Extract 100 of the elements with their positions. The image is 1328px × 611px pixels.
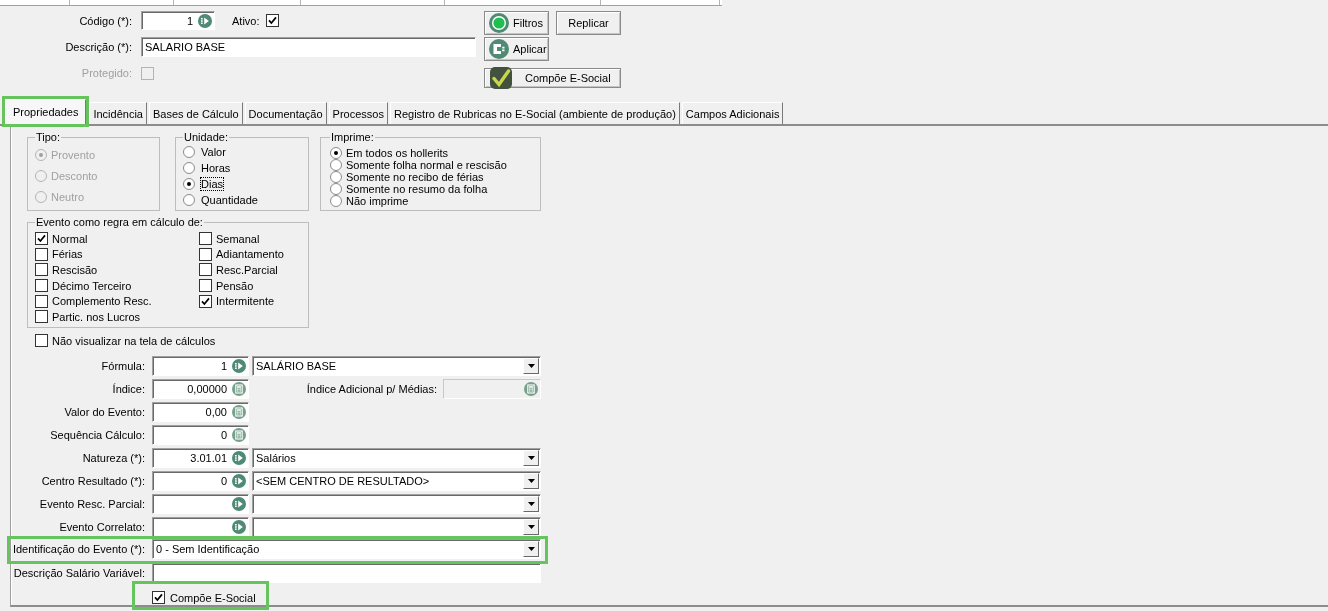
checkbox-label[interactable]: Semanal	[216, 232, 260, 245]
group-title: Evento como regra em cálculo de:	[35, 216, 204, 228]
group-title: Imprime:	[330, 131, 375, 143]
group-title: Tipo:	[35, 131, 62, 143]
radio-button[interactable]	[330, 183, 342, 195]
apply-button[interactable]: Aplicar	[484, 37, 549, 61]
radio-label[interactable]: Somente no recibo de férias	[346, 171, 484, 183]
checkbox-label[interactable]: Rescisão	[52, 264, 98, 276]
checkbox[interactable]	[35, 232, 48, 246]
field-label: Centro Resultado (*):	[40, 475, 145, 487]
checkbox[interactable]	[35, 247, 48, 261]
dropdown-field[interactable]: 0 - Sem Identificação	[152, 539, 541, 559]
arrow-circle-icon[interactable]	[232, 520, 246, 534]
number-field[interactable]: 0,00	[152, 402, 249, 422]
caret-icon	[527, 547, 535, 551]
arrow-circle-icon[interactable]	[232, 359, 246, 373]
field-label: Sequência Cálculo:	[49, 429, 145, 441]
arrow-circle-icon[interactable]	[198, 13, 212, 28]
calculator-icon[interactable]	[232, 405, 246, 419]
checkbox[interactable]	[199, 263, 212, 277]
dropdown-field[interactable]: SALÁRIO BASE	[252, 356, 541, 376]
radio-button[interactable]	[183, 146, 195, 158]
checkbox-label[interactable]: Décimo Terceiro	[52, 279, 132, 292]
dropdown-field[interactable]: Salários	[252, 448, 541, 468]
radio-label[interactable]: Valor	[201, 146, 226, 158]
tab[interactable]: Documentação	[244, 102, 327, 124]
checkbox[interactable]	[152, 591, 165, 604]
tab[interactable]: Campos Adicionais	[681, 102, 784, 124]
radio-label[interactable]: Não imprime	[346, 195, 409, 207]
radio-label[interactable]: Dias	[201, 178, 223, 190]
dropdown-button[interactable]	[523, 519, 539, 535]
checkbox-label[interactable]: Complemento Resc.	[52, 295, 152, 308]
dropdown-field[interactable]	[252, 494, 541, 514]
number-field[interactable]: 0	[152, 425, 249, 445]
radio-button[interactable]	[183, 194, 195, 206]
dropdown-button[interactable]	[523, 541, 539, 557]
number-field[interactable]: 0,00000	[152, 379, 249, 399]
radio-label[interactable]: Somente folha normal e rescisão	[346, 159, 507, 171]
radio-button[interactable]	[330, 147, 342, 159]
checkbox-label[interactable]: Adiantamento	[216, 248, 284, 261]
dropdown-field[interactable]: <SEM CENTRO DE RESULTADO>	[252, 471, 541, 491]
radio-label[interactable]: Horas	[201, 162, 231, 174]
radio-button[interactable]	[330, 171, 342, 183]
checkbox-label[interactable]: Partic. nos Lucros	[52, 310, 141, 323]
checkbox[interactable]	[199, 247, 212, 261]
checkbox-label[interactable]: Compõe E-Social	[170, 591, 256, 604]
checkbox[interactable]	[35, 334, 48, 347]
checkbox-label[interactable]: Ativo:	[232, 14, 260, 27]
arrow-circle-icon[interactable]	[232, 451, 246, 465]
checkbox[interactable]	[265, 14, 279, 27]
radio-button[interactable]	[330, 195, 342, 207]
checkbox[interactable]	[35, 294, 48, 308]
calculator-icon[interactable]	[232, 382, 246, 396]
code-field[interactable]: 3.01.01	[152, 448, 249, 468]
dropdown-button[interactable]	[523, 496, 539, 512]
checkbox[interactable]	[35, 310, 48, 324]
dropdown-field[interactable]	[252, 517, 541, 537]
radio-label[interactable]: Somente no resumo da folha	[346, 183, 488, 195]
radio-label[interactable]: Quantidade	[201, 194, 258, 206]
checkbox[interactable]	[35, 263, 48, 277]
code-field[interactable]: 1	[141, 11, 215, 30]
filter-button[interactable]: Filtros	[484, 11, 549, 35]
code-field[interactable]	[152, 494, 249, 514]
checkbox-label[interactable]: Resc.Parcial	[216, 264, 278, 276]
code-field[interactable]: 1	[152, 356, 249, 376]
tab[interactable]: Processos	[328, 102, 388, 124]
radio-label[interactable]: Em todos os hollerits	[346, 147, 449, 159]
field-label: Evento Correlato:	[58, 521, 145, 533]
code-field[interactable]	[152, 517, 249, 537]
dropdown-button[interactable]	[523, 473, 539, 489]
calculator-icon[interactable]	[232, 428, 246, 442]
group-title: Unidade:	[183, 131, 230, 143]
field-label: Fórmula:	[100, 360, 145, 372]
code-field[interactable]: 0	[152, 471, 249, 491]
arrow-circle-icon[interactable]	[232, 497, 246, 511]
checkbox-label[interactable]: Não visualizar na tela de cálculos	[52, 334, 216, 347]
checkbox[interactable]	[35, 279, 48, 293]
checkbox-label[interactable]: Pensão	[216, 279, 254, 292]
field-label: Descrição (*):	[64, 41, 132, 53]
tab[interactable]: Bases de Cálculo	[149, 102, 243, 124]
tab[interactable]: Incidência	[89, 102, 147, 124]
radio-button[interactable]	[183, 178, 195, 190]
checkbox[interactable]	[199, 279, 212, 293]
checkbox-label[interactable]: Férias	[52, 248, 83, 261]
arrow-circle-icon[interactable]	[232, 474, 246, 488]
esocial-button[interactable]: Compõe E-Social	[484, 68, 621, 88]
ring-dot-icon	[489, 13, 509, 33]
replicate-button[interactable]: Replicar	[556, 11, 621, 35]
tab[interactable]: Registro de Rubricas no E-Social (ambiente de produção)	[389, 102, 680, 124]
dropdown-button[interactable]	[523, 450, 539, 466]
checkbox[interactable]	[199, 294, 212, 308]
text-field[interactable]: SALARIO BASE	[141, 37, 476, 57]
caret-icon	[527, 456, 535, 460]
radio-button[interactable]	[183, 162, 195, 174]
tab[interactable]: Propriedades	[5, 99, 87, 124]
checkbox-label[interactable]: Intermitente	[216, 295, 275, 308]
checkbox-label[interactable]: Normal	[52, 232, 88, 245]
dropdown-button[interactable]	[523, 358, 539, 374]
checkbox[interactable]	[199, 232, 212, 246]
radio-button[interactable]	[330, 159, 342, 171]
